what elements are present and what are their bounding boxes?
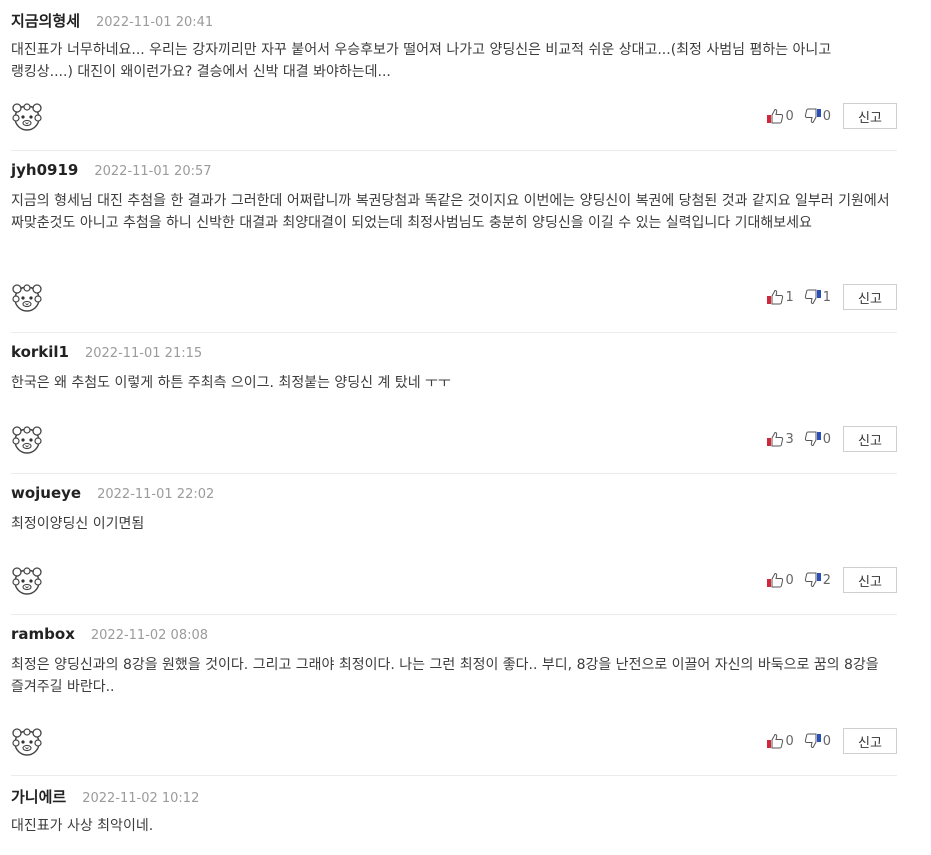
sheep-avatar-icon — [11, 565, 43, 597]
thumbs-down-icon — [804, 108, 822, 124]
comment-author: 지금의형세 — [11, 12, 81, 30]
comment-actions: 0 0 신고 — [766, 728, 897, 754]
comment-item: 지금의형세 2022-11-01 20:41 대진표가 너무하네요... 우리는 강… — [11, 0, 897, 151]
like-button[interactable]: 0 — [766, 572, 794, 588]
comment-date: 2022-11-01 20:41 — [96, 15, 214, 30]
comment-text: 최정은 양딩신과의 8강을 원했을 것이다. 그리고 그래야 최정이다. 나는 … — [11, 657, 879, 695]
thumbs-up-icon — [766, 733, 784, 749]
comment-author: korkil1 — [11, 343, 69, 361]
comment-actions: 0 2 신고 — [766, 567, 897, 593]
dislike-count: 0 — [822, 733, 831, 749]
comment-list: 지금의형세 2022-11-01 20:41 대진표가 너무하네요... 우리는 강… — [0, 0, 931, 855]
comment-item: korkil1 2022-11-01 21:15 한국은 왜 추첨도 이렇게 하튼 … — [11, 333, 897, 474]
thumbs-up-icon — [766, 108, 784, 124]
comment-date: 2022-11-02 08:08 — [90, 628, 209, 643]
like-count: 0 — [785, 108, 794, 124]
report-button[interactable]: 신고 — [843, 728, 897, 754]
comment-item: wojueye 2022-11-01 22:02 최정이양딩신 이기면됨 0 2 신고 — [11, 474, 897, 615]
thumbs-up-icon — [766, 431, 784, 447]
comment-author: wojueye — [11, 484, 82, 502]
like-button[interactable]: 1 — [766, 289, 794, 305]
comment-text: 대진표가 너무하네요... 우리는 강자끼리만 자꾸 붙어서 우승후보가 떨어져… — [11, 42, 832, 80]
dislike-button[interactable]: 2 — [804, 572, 831, 588]
like-button[interactable]: 3 — [766, 431, 794, 447]
comment-date: 2022-11-01 20:57 — [94, 164, 212, 179]
comment-meta: 지금의형세 2022-11-01 20:41 — [11, 10, 213, 32]
comment-meta: korkil1 2022-11-01 21:15 — [11, 343, 202, 365]
sheep-avatar-icon — [11, 282, 43, 314]
comment-item: 가니에르 2022-11-02 10:12 대진표가 사상 최악이네. — [11, 776, 897, 855]
thumbs-up-icon — [766, 572, 784, 588]
like-count: 0 — [785, 572, 794, 588]
sheep-avatar-icon — [11, 101, 43, 133]
like-button[interactable]: 0 — [766, 733, 794, 749]
thumbs-down-icon — [804, 289, 822, 305]
dislike-button[interactable]: 0 — [804, 431, 831, 447]
comment-meta: 가니에르 2022-11-02 10:12 — [11, 786, 199, 808]
dislike-button[interactable]: 0 — [804, 108, 831, 124]
dislike-button[interactable]: 0 — [804, 733, 831, 749]
dislike-count: 0 — [822, 431, 831, 447]
like-button[interactable]: 0 — [766, 108, 794, 124]
comment-meta: jyh0919 2022-11-01 20:57 — [11, 161, 212, 183]
report-button[interactable]: 신고 — [843, 426, 897, 452]
report-button[interactable]: 신고 — [843, 284, 897, 310]
like-count: 0 — [785, 733, 794, 749]
like-count: 1 — [785, 289, 794, 305]
report-button[interactable]: 신고 — [843, 567, 897, 593]
comment-actions: 3 0 신고 — [766, 426, 897, 452]
dislike-count: 2 — [822, 572, 831, 588]
comment-author: jyh0919 — [11, 161, 79, 179]
comment-meta: rambox 2022-11-02 08:08 — [11, 625, 208, 647]
like-count: 3 — [785, 431, 794, 447]
thumbs-down-icon — [804, 572, 822, 588]
comment-text: 최정이양딩신 이기면됨 — [11, 516, 145, 532]
comment-author: rambox — [11, 625, 75, 643]
comment-text: 대진표가 사상 최악이네. — [11, 818, 154, 834]
comment-date: 2022-11-01 21:15 — [84, 346, 203, 361]
comment-meta: wojueye 2022-11-01 22:02 — [11, 484, 214, 506]
thumbs-up-icon — [766, 289, 784, 305]
comment-text: 지금의 형세님 대진 추첨을 한 결과가 그러한데 어쩌랍니까 복권당첨과 똑같… — [11, 193, 890, 231]
sheep-avatar-icon — [11, 726, 43, 758]
dislike-count: 1 — [822, 289, 831, 305]
sheep-avatar-icon — [11, 424, 43, 456]
comment-date: 2022-11-02 10:12 — [82, 791, 200, 806]
dislike-button[interactable]: 1 — [804, 289, 831, 305]
thumbs-down-icon — [804, 431, 822, 447]
thumbs-down-icon — [804, 733, 822, 749]
comment-item: rambox 2022-11-02 08:08 최정은 양딩신과의 8강을 원했을 … — [11, 615, 897, 776]
comment-text: 한국은 왜 추첨도 이렇게 하튼 주최측 으이그. 최정붙는 양딩신 계 탔네 … — [11, 375, 451, 391]
report-button[interactable]: 신고 — [843, 103, 897, 129]
comment-item: jyh0919 2022-11-01 20:57 지금의 형세님 대진 추첨을 한 … — [11, 151, 897, 333]
comment-date: 2022-11-01 22:02 — [97, 487, 215, 502]
comment-actions: 1 1 신고 — [766, 284, 897, 310]
comment-actions: 0 0 신고 — [766, 103, 897, 129]
comment-author: 가니에르 — [11, 788, 67, 806]
dislike-count: 0 — [822, 108, 831, 124]
